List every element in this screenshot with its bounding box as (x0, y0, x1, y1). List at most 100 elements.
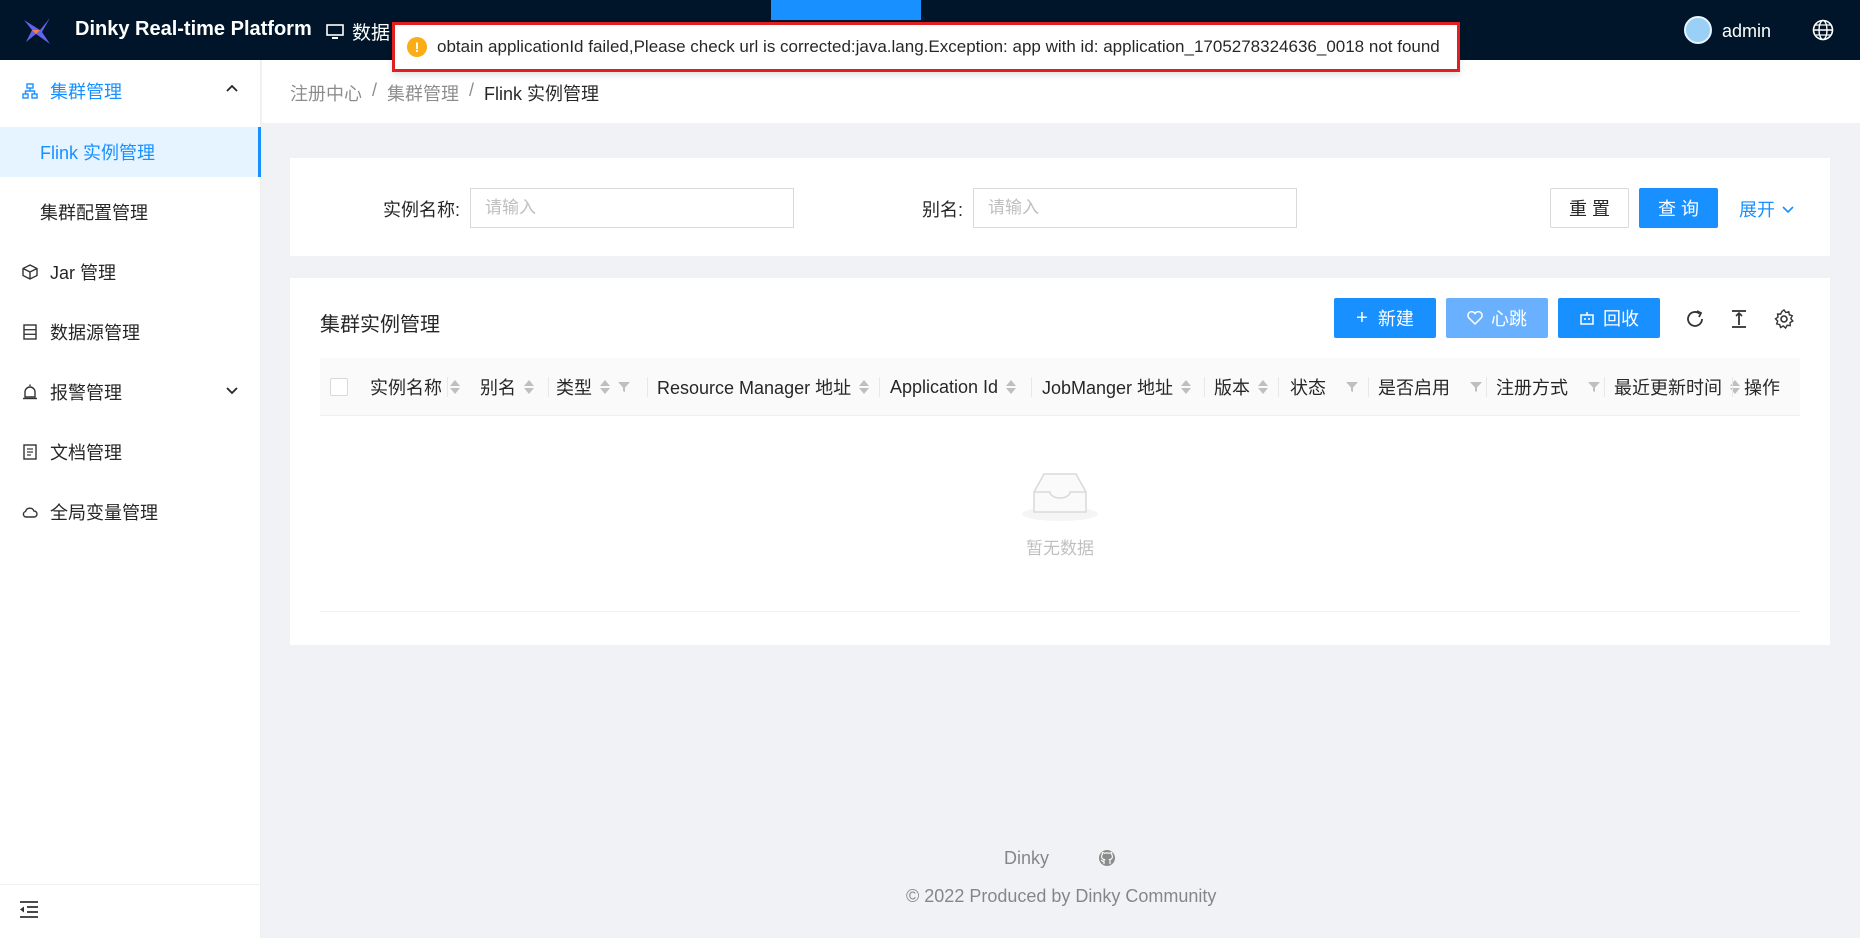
sidebar-item-global-variables[interactable]: 全局变量管理 (0, 487, 261, 537)
column-title: Resource Manager 地址 (657, 378, 852, 398)
breadcrumb-separator: / (372, 80, 378, 100)
copyright-text: 2022 Produced by Dinky Community (924, 886, 1217, 906)
reload-icon[interactable] (1684, 308, 1706, 330)
warning-icon: ! (407, 37, 427, 57)
sort-icon[interactable] (1006, 380, 1017, 394)
column-header[interactable]: 注册方式 (1496, 358, 1600, 416)
cloud-icon (22, 507, 38, 518)
sidebar-item-label: 全局变量管理 (50, 503, 158, 523)
column-title: 状态 (1290, 378, 1326, 398)
chevron-down-icon[interactable] (225, 383, 239, 397)
column-title: 版本 (1214, 378, 1250, 398)
avatar[interactable] (1684, 16, 1712, 44)
alias-input[interactable] (973, 188, 1297, 228)
nav-item-label: 数据 (352, 23, 391, 44)
app-title[interactable]: Dinky Real-time Platform (75, 18, 312, 41)
sidebar-item-alert[interactable]: 报警管理 (0, 367, 261, 417)
breadcrumb-item[interactable]: 集群管理 (387, 80, 459, 106)
sort-icon[interactable] (1181, 380, 1192, 394)
filter-icon[interactable] (1470, 381, 1482, 393)
column-divider (647, 377, 648, 397)
column-title: 最近更新时间 (1614, 378, 1722, 398)
sort-icon[interactable] (524, 380, 534, 394)
error-toast: ! obtain applicationId failed,Please che… (392, 22, 1460, 72)
new-button[interactable]: + 新建 (1334, 298, 1436, 338)
nav-active-indicator (771, 0, 921, 20)
column-title: 别名 (480, 378, 516, 398)
sidebar-item-docs[interactable]: 文档管理 (0, 427, 261, 477)
recycle-button-label: 回收 (1603, 309, 1639, 329)
nav-item-data[interactable]: 数据 (326, 18, 390, 45)
column-header[interactable]: Application Id (890, 358, 1017, 416)
reset-button[interactable]: 重 置 (1550, 188, 1629, 228)
column-header[interactable]: 类型 (556, 358, 630, 416)
column-header[interactable]: 最近更新时间 (1614, 358, 1740, 416)
column-header[interactable]: Resource Manager 地址 (657, 358, 870, 416)
sidebar-item-jar[interactable]: Jar 管理 (0, 247, 261, 297)
instance-table-card: 集群实例管理 + 新建 心跳 回收 实例名称 别名 类型 Resource Ma… (290, 278, 1830, 645)
column-divider (1204, 377, 1205, 397)
column-title: 类型 (556, 378, 592, 398)
column-divider (1732, 377, 1733, 397)
breadcrumb-item[interactable]: 注册中心 (290, 80, 362, 106)
column-divider (1486, 377, 1487, 397)
column-header[interactable]: 版本 (1214, 358, 1268, 416)
instance-name-label: 实例名称: (383, 200, 461, 220)
filter-icon[interactable] (618, 381, 630, 393)
sidebar-item-label: 集群配置管理 (40, 203, 148, 223)
settings-icon[interactable] (1773, 308, 1795, 330)
heartbeat-button[interactable]: 心跳 (1446, 298, 1548, 338)
column-header[interactable]: JobManger 地址 (1042, 358, 1192, 416)
sidebar-item-cluster-config[interactable]: 集群配置管理 (0, 187, 261, 237)
empty-text: 暂无数据 (1026, 539, 1094, 558)
filter-icon[interactable] (1588, 381, 1600, 393)
query-button[interactable]: 查 询 (1639, 188, 1718, 228)
dinky-logo-icon[interactable] (20, 14, 54, 48)
recycle-button[interactable]: 回收 (1558, 298, 1660, 338)
menu-fold-icon[interactable] (18, 898, 40, 920)
instance-name-input[interactable] (470, 188, 794, 228)
filter-icon[interactable] (1346, 381, 1358, 393)
sidebar-item-label: 报警管理 (50, 383, 122, 403)
column-title: 是否启用 (1378, 378, 1450, 398)
sort-icon[interactable] (600, 380, 610, 394)
sidebar-item-label: 文档管理 (50, 443, 122, 463)
column-divider (548, 377, 549, 397)
breadcrumb-current: Flink 实例管理 (484, 84, 600, 104)
column-title: 操作 (1744, 378, 1780, 398)
column-header[interactable]: 别名 (480, 358, 534, 416)
column-divider (447, 377, 448, 397)
globe-icon[interactable] (1812, 19, 1834, 41)
sidebar-item-flink-instance[interactable]: Flink 实例管理 (0, 127, 261, 177)
chevron-up-icon[interactable] (225, 82, 239, 96)
column-divider (1604, 377, 1605, 397)
alias-label: 别名: (922, 200, 964, 220)
sort-icon[interactable] (1258, 380, 1268, 394)
footer-brand-link[interactable]: Dinky (1004, 848, 1049, 869)
new-button-label: 新建 (1377, 309, 1414, 329)
empty-inbox-icon (1022, 473, 1098, 521)
sidebar-item-cluster-management[interactable]: 集群管理 (0, 66, 261, 116)
select-all-checkbox[interactable] (330, 378, 348, 396)
table-empty: 暂无数据 (320, 416, 1800, 612)
sidebar-item-label: 集群管理 (50, 82, 122, 102)
column-height-icon[interactable] (1728, 308, 1750, 330)
sidebar-item-datasource[interactable]: 数据源管理 (0, 307, 261, 357)
monitor-icon (326, 23, 344, 39)
github-icon[interactable] (1098, 849, 1116, 867)
expand-link[interactable]: 展开 (1739, 196, 1795, 222)
column-title: 注册方式 (1496, 378, 1568, 398)
heartbeat-button-label: 心跳 (1491, 309, 1527, 329)
username[interactable]: admin (1722, 21, 1771, 42)
column-title: Application Id (890, 376, 999, 397)
sort-icon[interactable] (450, 380, 460, 394)
cube-icon (22, 264, 38, 280)
column-header[interactable]: 是否启用 (1378, 358, 1482, 416)
sidebar-divider (0, 884, 261, 885)
sort-icon[interactable] (859, 380, 870, 394)
column-title: JobManger 地址 (1042, 378, 1174, 398)
column-header[interactable]: 状态 (1290, 358, 1358, 416)
copyright-icon: © (906, 886, 920, 906)
footer-copyright: © 2022 Produced by Dinky Community (906, 886, 1216, 907)
sidebar-item-label: Jar 管理 (50, 263, 117, 283)
